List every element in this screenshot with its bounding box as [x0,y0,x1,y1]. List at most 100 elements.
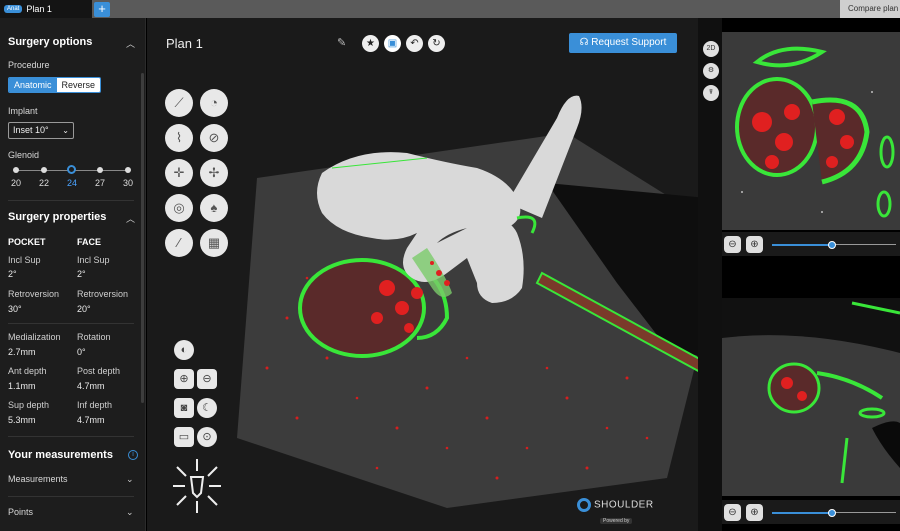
slice-slider-track[interactable] [830,512,896,513]
divider [8,200,134,201]
rotate-view-icon[interactable]: ⊙ [197,427,217,447]
implant-select[interactable]: Inset 10° ⌄ [8,122,74,139]
glenoid-value-27: 27 [94,178,105,188]
implant-value: Inset 10° [13,125,49,135]
points-dropdown[interactable]: Points [8,507,33,517]
powered-by-badge: Powered by [600,518,633,524]
frame-icon[interactable]: ▭ [174,427,194,447]
axes-icon[interactable]: ✛ [165,159,193,187]
post-depth-label: Post depth [77,366,121,376]
hide-bone-icon[interactable]: ⊘ [200,124,228,152]
medialization-label: Medialization [8,332,61,342]
procedure-anatomic-button[interactable]: Anatomic [9,78,57,92]
inf-depth-label: Inf depth [77,400,113,410]
procedure-label: Procedure [8,60,50,70]
tab-compare-plan[interactable]: Compare plan [840,0,900,18]
undo-icon[interactable]: ↶ [406,35,423,52]
pencil-icon[interactable]: ✎ [337,36,346,49]
pane-bottom-controls: ⊖ ⊕ [722,500,900,524]
info-icon[interactable]: i [128,450,138,460]
overlap-icon[interactable]: ◎ [165,194,193,222]
grid-icon[interactable]: ▦ [200,229,228,257]
anatomy-icon[interactable]: ☤ [703,85,719,101]
chevron-up-icon[interactable]: ︿ [126,212,135,225]
mode-2d-button[interactable]: 2D [703,41,719,57]
divider [8,496,134,497]
gear-icon[interactable]: ⚙ [703,63,719,79]
chevron-up-icon[interactable]: ︿ [126,37,135,50]
tab-type-chip: Anat [4,5,23,13]
ct-3d-scene[interactable] [147,18,716,531]
panel-scrollbar[interactable] [141,73,144,403]
add-tab-button[interactable]: + [94,2,110,17]
slice-slider-track[interactable] [830,244,896,245]
face-retroversion-value: 20° [77,304,91,314]
zoom-in-icon[interactable]: ⊕ [746,504,763,521]
tab-bar [0,0,900,18]
request-support-button[interactable]: ☊ Request Support [569,33,677,53]
divider [8,436,134,437]
star-icon[interactable]: ★ [362,35,379,52]
ct-pane-bottom[interactable] [722,298,900,496]
glenoid-value-22: 22 [38,178,49,188]
request-support-label: Request Support [591,37,667,48]
glenoid-stop-22[interactable] [41,167,47,173]
left-panel: Surgery options ︿ Procedure Anatomic Rev… [0,18,146,531]
glenoid-value-30: 30 [122,178,133,188]
measurements-dropdown[interactable]: Measurements [8,474,68,484]
tab-title: Plan 1 [26,4,52,14]
camera-icon[interactable]: ◙ [174,398,194,418]
zoom-in-icon[interactable]: ⊕ [174,369,194,389]
pocket-heading: POCKET [8,237,46,247]
pocket-retroversion-value: 30° [8,304,22,314]
medialization-value: 2.7mm [8,347,36,357]
slice-slider-fill[interactable] [772,512,830,514]
humerus-view-icon[interactable]: ◔ [200,89,228,117]
zoom-in-icon[interactable]: ⊕ [746,236,763,253]
ct-slice-top[interactable] [722,32,900,230]
ct-slice-bottom[interactable] [722,298,900,496]
pocket-retroversion-label: Retroversion [8,289,60,299]
planes-icon[interactable]: ✢ [200,159,228,187]
tab-plan-1[interactable]: Anat Plan 1 [0,0,92,18]
face-incl-sup-value: 2° [77,269,86,279]
zoom-out-icon[interactable]: ⊖ [724,236,741,253]
sup-depth-value: 5.3mm [8,415,36,425]
pane-top-controls: ⊖ ⊕ [722,232,900,256]
shoulder-logo: SHOULDER [577,498,654,512]
surgery-options-heading: Surgery options [8,36,93,48]
cube-icon[interactable]: ▣ [384,35,401,52]
glenoid-stop-27[interactable] [97,167,103,173]
dark-mode-icon[interactable]: ☾ [197,398,217,418]
procedure-reverse-button[interactable]: Reverse [56,78,101,92]
pocket-incl-sup-label: Incl Sup [8,255,41,265]
ct-pane-top[interactable] [722,32,900,230]
glenoid-slider-handle[interactable] [67,165,76,174]
slice-slider-handle[interactable] [828,509,836,517]
plan-title: Plan 1 [166,36,203,51]
rotation-label: Rotation [77,332,111,342]
implant-label: Implant [8,106,38,116]
procedure-toggle: Anatomic Reverse [8,77,102,93]
implant-view-icon[interactable]: ⌇ [165,124,193,152]
bone-view-icon[interactable]: ⟋ [165,89,193,117]
zoom-out-icon[interactable]: ⊖ [724,504,741,521]
inf-depth-value: 4.7mm [77,415,105,425]
glenoid-stop-30[interactable] [125,167,131,173]
headset-icon: ☊ [579,37,592,48]
ant-depth-label: Ant depth [8,366,47,376]
orientation-compass-icon[interactable] [169,455,225,517]
slice-slider-handle[interactable] [828,241,836,249]
face-incl-sup-label: Incl Sup [77,255,110,265]
zoom-out-icon[interactable]: ⊖ [197,369,217,389]
main-3d-viewport[interactable]: Plan 1 ✎ ★ ▣ ↶ ↻ ☊ Request Support ⟋ ◔ ⌇… [147,18,716,531]
slice-slider-fill[interactable] [772,244,830,246]
glenoid-stop-20[interactable] [13,167,19,173]
scapula-icon[interactable]: ♠ [200,194,228,222]
ant-depth-value: 1.1mm [8,381,36,391]
redo-icon[interactable]: ↻ [428,35,445,52]
chevron-down-icon[interactable]: ⌄ [126,474,134,485]
chevron-down-icon[interactable]: ⌄ [126,507,134,518]
ruler-icon[interactable]: ⁄ [165,229,193,257]
layers-icon[interactable]: ◐ [174,340,194,360]
